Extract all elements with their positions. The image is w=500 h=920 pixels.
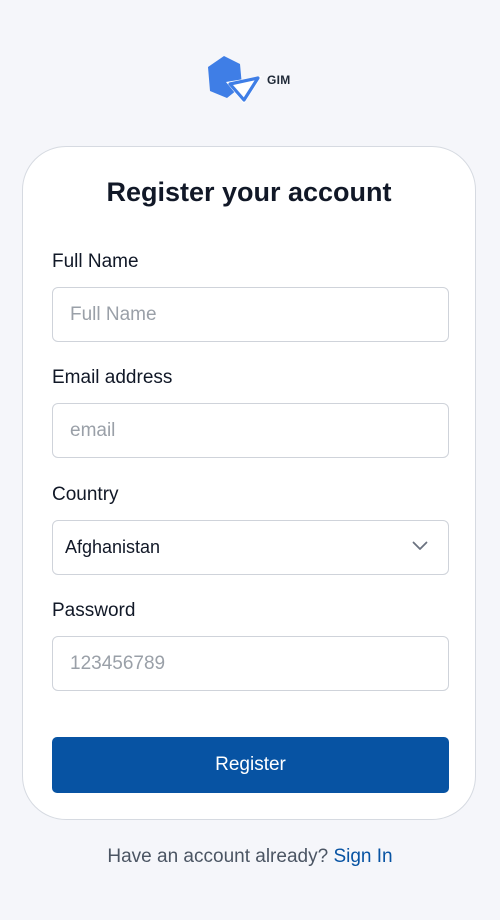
sign-in-link[interactable]: Sign In	[333, 846, 392, 867]
page-title: Register your account	[106, 177, 392, 207]
email-input[interactable]	[53, 404, 448, 457]
email-label: Email address	[52, 367, 173, 388]
footer-prompt: Have an account already?	[107, 846, 329, 867]
full-name-field-container	[52, 287, 449, 342]
app-logo: GIM	[206, 54, 296, 108]
email-field-container	[52, 403, 449, 458]
register-card: Register your account Full Name Email ad…	[22, 146, 476, 820]
logo-text: GIM	[267, 73, 291, 87]
password-field-container	[52, 636, 449, 691]
password-input[interactable]	[53, 637, 448, 690]
footer: Have an account already? Sign In	[0, 846, 500, 868]
gim-logo-icon	[208, 56, 262, 104]
full-name-input[interactable]	[53, 288, 448, 341]
password-label: Password	[52, 600, 136, 621]
country-label: Country	[52, 484, 119, 505]
full-name-label: Full Name	[52, 251, 139, 272]
country-select[interactable]: Afghanistan	[52, 520, 449, 575]
chevron-down-icon	[412, 541, 428, 550]
register-button[interactable]: Register	[52, 737, 449, 793]
country-selected-value: Afghanistan	[65, 537, 161, 557]
